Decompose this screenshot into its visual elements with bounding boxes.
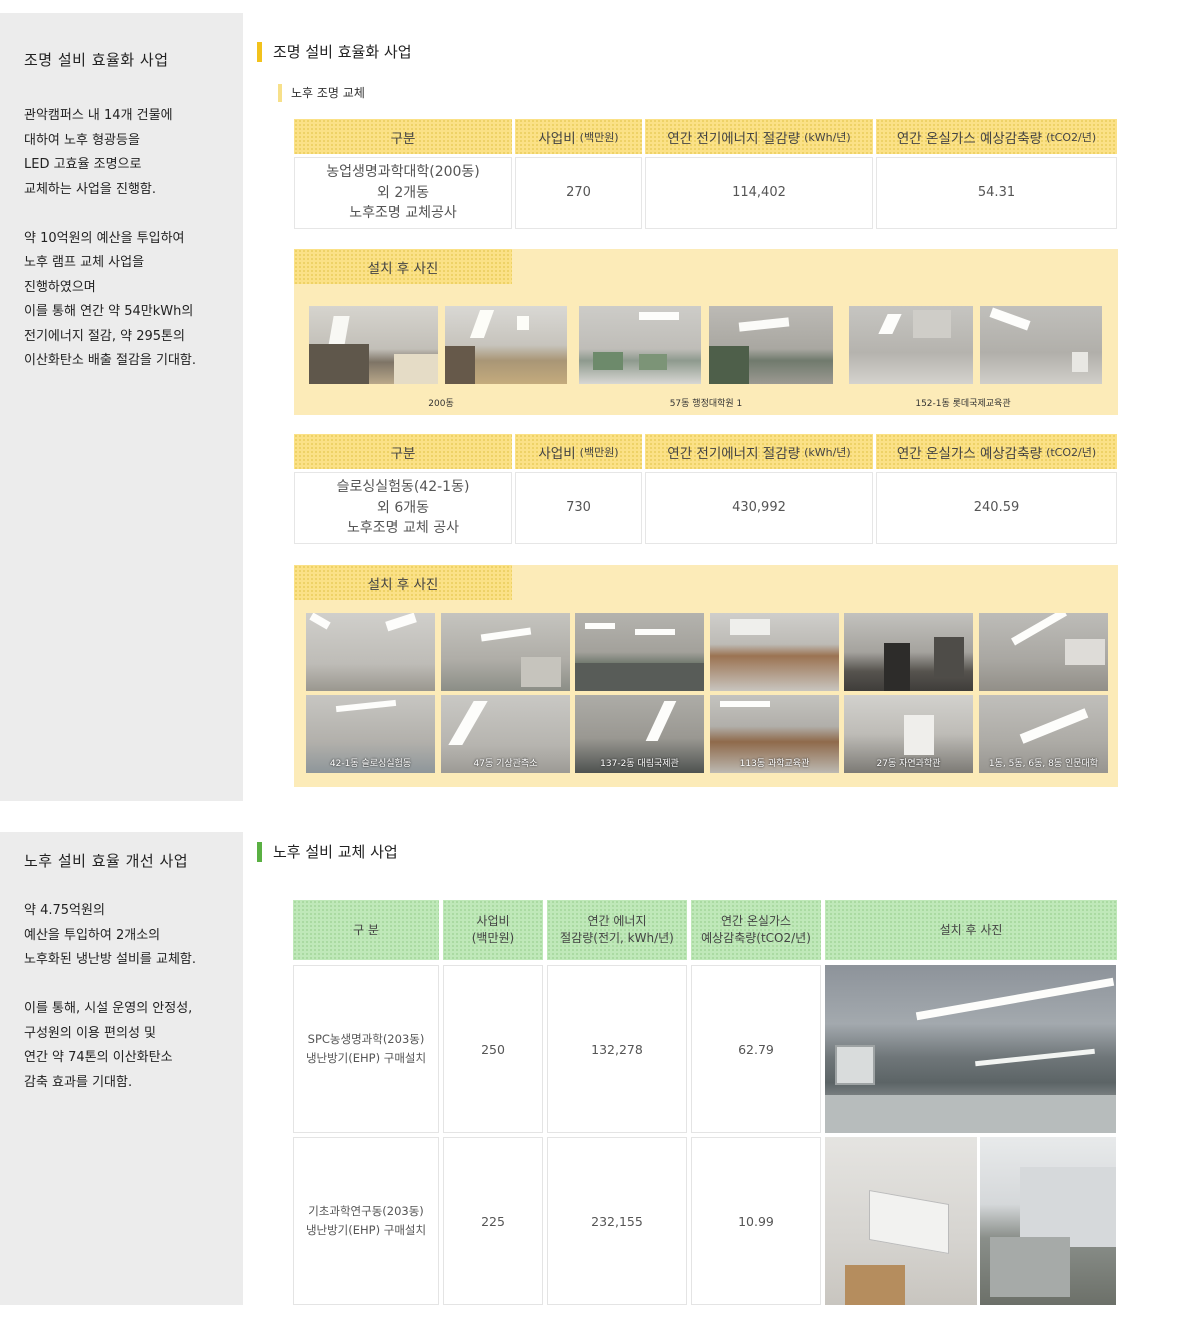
equipment-photo — [980, 1137, 1116, 1305]
sidebar-description: 약 4.75억원의 예산을 투입하여 2개소의 노후화된 냉난방 설비를 교체함… — [24, 903, 197, 1090]
header-category: 구 분 — [293, 900, 439, 960]
section-title-text: 노후 설비 교체 사업 — [273, 843, 398, 861]
header-cost: 사업비 (백만원) — [515, 434, 642, 469]
photo-caption: 57동 행정대학원 1 — [669, 399, 743, 409]
photo-caption: 200동 — [428, 399, 454, 409]
ghg-cell: 240.59 — [876, 472, 1117, 544]
building-photo: 27동 자연과학관 — [844, 695, 973, 773]
section-title-equipment: 노후 설비 교체 사업 — [257, 842, 398, 862]
ghg-cell: 54.31 — [876, 157, 1117, 229]
building-photo: 137-2동 대림국제관 — [575, 695, 704, 773]
cost-cell: 250 — [443, 965, 543, 1133]
photo-caption: 27동 자연과학관 — [876, 759, 941, 769]
energy-cell: 132,278 — [547, 965, 687, 1133]
energy-cell: 232,155 — [547, 1137, 687, 1305]
energy-cell: 430,992 — [645, 472, 873, 544]
project-name-cell: 슬로싱실험동(42-1동) 외 6개동 노후조명 교체 공사 — [294, 472, 512, 544]
header-category: 구분 — [294, 119, 512, 154]
equipment-photo — [825, 965, 1116, 1133]
sidebar-lighting: 조명 설비 효율화 사업 관악캠퍼스 내 14개 건물에 대하여 노후 형광등을… — [0, 13, 243, 801]
building-photo — [445, 306, 567, 384]
project-name-cell: SPC농생명과학(203동) 냉난방기(EHP) 구매설치 — [293, 965, 439, 1133]
header-energy: 연간 전기에너지 절감량 (kWh/년) — [645, 119, 873, 154]
header-cost: 사업비 (백만원) — [515, 119, 642, 154]
building-photo — [844, 613, 973, 691]
energy-cell: 114,402 — [645, 157, 873, 229]
header-energy: 연간 에너지 절감량(전기, kWh/년) — [547, 900, 687, 960]
header-cost: 사업비 (백만원) — [443, 900, 543, 960]
subtitle-marker — [278, 84, 282, 102]
title-marker — [257, 42, 262, 62]
photo-box-1: 설치 후 사진 200동 57동 행정대학원 1 152-1동 롯데국제교육관 — [294, 249, 1118, 415]
title-marker — [257, 842, 262, 862]
header-ghg: 연간 온실가스 예상감축량(tCO2/년) — [691, 900, 821, 960]
building-photo — [710, 613, 839, 691]
photo-caption: 152-1동 롯데국제교육관 — [915, 399, 1011, 409]
photo-caption: 42-1동 슬로싱실험동 — [329, 759, 412, 769]
photo-caption: 137-2동 대림국제관 — [600, 759, 679, 769]
ghg-cell: 62.79 — [691, 965, 821, 1133]
header-energy: 연간 전기에너지 절감량 (kWh/년) — [645, 434, 873, 469]
building-photo — [306, 613, 435, 691]
subsection-title-text: 노후 조명 교체 — [291, 86, 365, 100]
building-photo — [441, 613, 570, 691]
project-name-cell: 농업생명과학대학(200동) 외 2개동 노후조명 교체공사 — [294, 157, 512, 229]
header-photo: 설치 후 사진 — [825, 900, 1117, 960]
sidebar-title: 노후 설비 효율 개선 사업 — [24, 852, 189, 870]
building-photo: 113동 과학교육관 — [710, 695, 839, 773]
photo-box-2: 설치 후 사진 42-1동 슬로싱실험동 47동 기상관측소 137-2동 대림… — [294, 565, 1118, 787]
building-photo: 1동, 5동, 6동, 8동 인문대학 — [979, 695, 1108, 773]
cost-cell: 270 — [515, 157, 642, 229]
building-photo — [579, 306, 701, 384]
building-photo: 42-1동 슬로싱실험동 — [306, 695, 435, 773]
cost-cell: 730 — [515, 472, 642, 544]
photo-box-tab: 설치 후 사진 — [294, 249, 512, 284]
sidebar-description: 관악캠퍼스 내 14개 건물에 대하여 노후 형광등을 LED 고효율 조명으로… — [24, 108, 197, 368]
building-photo — [309, 306, 438, 384]
cost-cell: 225 — [443, 1137, 543, 1305]
photo-box-tab: 설치 후 사진 — [294, 565, 512, 600]
section-title-text: 조명 설비 효율화 사업 — [273, 43, 412, 61]
ghg-cell: 10.99 — [691, 1137, 821, 1305]
building-photo — [980, 306, 1102, 384]
sidebar-equipment: 노후 설비 효율 개선 사업 약 4.75억원의 예산을 투입하여 2개소의 노… — [0, 832, 243, 1305]
building-photo — [709, 306, 833, 384]
photo-caption: 113동 과학교육관 — [739, 759, 810, 769]
project-name-cell: 기초과학연구동(203동) 냉난방기(EHP) 구매설치 — [293, 1137, 439, 1305]
building-photo — [575, 613, 704, 691]
section-title-lighting: 조명 설비 효율화 사업 — [257, 42, 412, 62]
photo-caption: 47동 기상관측소 — [473, 759, 538, 769]
equipment-photo — [825, 1137, 977, 1305]
header-ghg: 연간 온실가스 예상감축량(tCO2/년) — [876, 119, 1117, 154]
subsection-title: 노후 조명 교체 — [278, 84, 365, 102]
building-photo — [849, 306, 973, 384]
sidebar-title: 조명 설비 효율화 사업 — [24, 51, 169, 69]
building-photo — [979, 613, 1108, 691]
header-ghg: 연간 온실가스 예상감축량(tCO2/년) — [876, 434, 1117, 469]
header-category: 구분 — [294, 434, 512, 469]
building-photo: 47동 기상관측소 — [441, 695, 570, 773]
photo-caption: 1동, 5동, 6동, 8동 인문대학 — [988, 759, 1099, 769]
